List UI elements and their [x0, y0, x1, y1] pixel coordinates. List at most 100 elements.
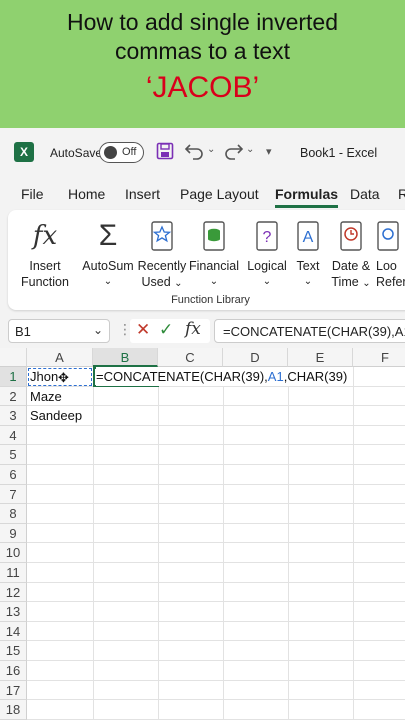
tab-data[interactable]: Data [350, 186, 380, 202]
enter-check-icon[interactable]: ✓ [159, 320, 173, 340]
cancel-icon[interactable]: ✕ [136, 320, 150, 340]
text-button[interactable]: A Text ⌄ [292, 218, 324, 290]
undo-dropdown-icon[interactable]: ⌄ [207, 144, 215, 155]
autosave-label: AutoSave [50, 146, 103, 160]
sigma-icon: Σ [98, 219, 118, 252]
autosave-toggle[interactable]: Off [99, 142, 144, 163]
grid-line [158, 367, 159, 720]
grid-line [288, 367, 289, 720]
row-header-14[interactable]: 14 [0, 621, 27, 642]
row-header-11[interactable]: 11 [0, 563, 27, 583]
financial-label: Financial [188, 259, 240, 273]
cell-a2[interactable]: Maze [30, 387, 62, 406]
editing-formula-part-1: =CONCATENATE(CHAR(39), [96, 369, 268, 384]
editing-formula-ref: A1 [267, 369, 284, 384]
text-icon: A [292, 218, 324, 254]
toggle-knob [104, 146, 117, 159]
column-header-c[interactable]: C [158, 348, 223, 367]
grid-line [27, 503, 405, 505]
insert-function-fx-icon[interactable]: fx [185, 319, 201, 339]
row-header-8[interactable]: 8 [0, 504, 27, 524]
redo-dropdown-icon[interactable]: ⌄ [246, 144, 254, 155]
select-all-corner[interactable] [0, 348, 27, 367]
text-label: Text [296, 259, 320, 273]
insert-function-button[interactable]: fx Insert Function [18, 218, 72, 290]
formula-input[interactable]: =CONCATENATE(CHAR(39),A1, [214, 319, 405, 343]
lookup-label-1: Loo [376, 259, 397, 273]
logical-button[interactable]: ? Logical ⌄ [242, 218, 292, 290]
row-header-17[interactable]: 17 [0, 680, 27, 701]
undo-icon[interactable] [184, 140, 206, 165]
logical-dropdown-icon: ⌄ [262, 276, 272, 287]
date-time-icon [326, 218, 376, 254]
banner-highlight: ‘JACOB’ [145, 71, 260, 104]
worksheet-grid[interactable]: A B C D E F 1 2 3 4 5 6 7 8 9 10 11 12 13 14 15 16 17 18 … [0, 348, 405, 720]
fx-icon: fx [32, 221, 58, 251]
column-header-a[interactable]: A [27, 348, 93, 367]
row-header-12[interactable]: 12 [0, 582, 27, 603]
grid-line [223, 367, 224, 720]
insert-function-label-1: Insert [29, 259, 61, 273]
banner-line-2: commas to a text [114, 38, 291, 64]
tab-formulas[interactable]: Formulas [275, 186, 339, 208]
column-header-f[interactable]: F [353, 348, 405, 367]
insert-function-label-2: Function [21, 275, 69, 289]
date-time-button[interactable]: Date & Time ⌄ [326, 218, 376, 292]
autosum-dropdown-icon: ⌄ [103, 276, 113, 287]
grid-line [27, 699, 405, 701]
date-time-label-1: Date & [331, 259, 371, 273]
title-bar: X AutoSave Off ⌄ ⌄ ▾ Book1 - Excel [0, 128, 405, 178]
grid-line [27, 601, 405, 603]
logical-label: Logical [247, 259, 287, 273]
grid-line [27, 424, 405, 426]
save-icon[interactable] [156, 142, 174, 165]
formula-bar: B1 ⌄ ⋮ ✕ ✓ fx =CONCATENATE(CHAR(39),A1, [0, 316, 405, 346]
lookup-label-2: Refer [376, 275, 405, 289]
row-header-1[interactable]: 1 [0, 367, 27, 387]
cell-b1-editing[interactable]: =CONCATENATE(CHAR(39),A1,CHAR(39) [96, 367, 348, 386]
lookup-reference-button[interactable]: Loo Refer [376, 218, 405, 290]
cell-a1[interactable]: Jhon [30, 367, 58, 386]
logical-icon: ? [242, 218, 292, 254]
tab-insert[interactable]: Insert [125, 186, 160, 202]
column-header-e[interactable]: E [288, 348, 353, 367]
row-header-2[interactable]: 2 [0, 386, 27, 407]
date-time-label-2-text: Time [331, 275, 359, 289]
cell-a3[interactable]: Sandeep [30, 406, 82, 425]
tab-page-layout[interactable]: Page Layout [180, 186, 259, 202]
date-time-dropdown-icon: ⌄ [362, 278, 371, 289]
row-header-10[interactable]: 10 [0, 543, 27, 563]
redo-icon[interactable] [222, 140, 244, 165]
name-box-dropdown-icon[interactable]: ⌄ [93, 323, 103, 337]
row-header-15[interactable]: 15 [0, 641, 27, 661]
text-dropdown-icon: ⌄ [303, 276, 313, 287]
financial-button[interactable]: Financial ⌄ [188, 218, 240, 290]
grid-line [27, 542, 405, 544]
row-header-6[interactable]: 6 [0, 465, 27, 485]
row-header-9[interactable]: 9 [0, 523, 27, 544]
row-header-13[interactable]: 13 [0, 602, 27, 622]
formula-controls: ✕ ✓ fx [130, 319, 210, 343]
column-header-d[interactable]: D [223, 348, 288, 367]
recently-used-button[interactable]: Recently Used ⌄ [136, 218, 188, 292]
tab-home[interactable]: Home [68, 186, 105, 202]
name-box[interactable]: B1 ⌄ [8, 319, 110, 343]
grid-line [27, 562, 405, 563]
autosum-button[interactable]: Σ AutoSum ⌄ [78, 218, 138, 290]
row-header-5[interactable]: 5 [0, 445, 27, 465]
grid-line [27, 620, 405, 622]
row-header-16[interactable]: 16 [0, 661, 27, 681]
excel-window: X AutoSave Off ⌄ ⌄ ▾ Book1 - Excel File … [0, 128, 405, 720]
tab-file[interactable]: File [21, 186, 44, 202]
row-header-3[interactable]: 3 [0, 406, 27, 426]
cell-cursor-icon: ✥ [58, 370, 69, 385]
customize-toolbar-icon[interactable]: ▾ [266, 145, 272, 158]
banner-line-1: How to add single inverted [66, 9, 339, 35]
lookup-icon [376, 218, 405, 254]
tab-review[interactable]: R [398, 186, 405, 202]
row-header-7[interactable]: 7 [0, 484, 27, 505]
row-header-4[interactable]: 4 [0, 425, 27, 446]
row-header-18[interactable]: 18 [0, 700, 27, 720]
financial-icon [188, 218, 240, 254]
column-header-b[interactable]: B [93, 348, 158, 367]
